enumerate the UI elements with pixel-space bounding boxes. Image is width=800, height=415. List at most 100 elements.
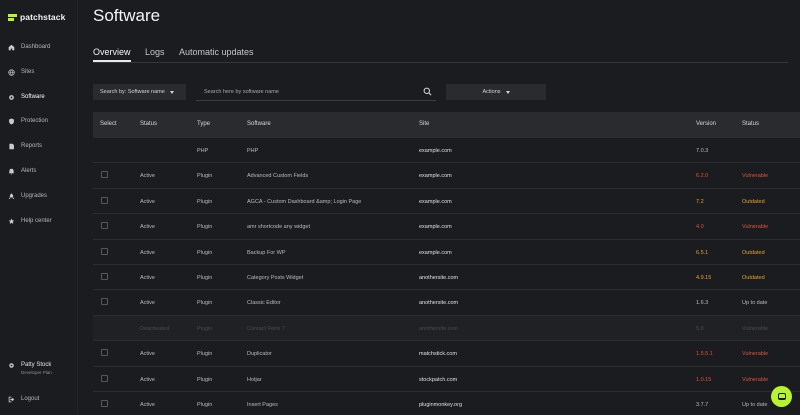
sidebar-item-dashboard[interactable]: Dashboard xyxy=(0,38,78,56)
table-row[interactable]: Active Plugin amr shortcode any widget exam… xyxy=(93,214,800,240)
row-version: 4.9.15 xyxy=(696,274,712,281)
user-plan: Developer Plan xyxy=(21,370,52,375)
column-header-type[interactable]: Type xyxy=(197,121,210,127)
row-site[interactable]: anothersite.com xyxy=(419,300,458,306)
row-version: 7.2 xyxy=(696,198,704,205)
row-type: Plugin xyxy=(197,401,213,408)
row-software[interactable]: amr shortcode any widget xyxy=(247,224,310,230)
row-software[interactable]: Category Posts Widget xyxy=(247,275,303,281)
user-name: Patty Stock xyxy=(21,362,52,368)
row-software[interactable]: Backup For WP xyxy=(247,250,286,256)
sidebar-item-reports[interactable]: Reports xyxy=(0,137,78,155)
row-version: 6.2.0 xyxy=(696,173,709,180)
sidebar-item-alerts[interactable]: Alerts xyxy=(0,162,78,180)
column-header-version[interactable]: Version xyxy=(696,121,716,127)
column-header-vuln-status[interactable]: Status xyxy=(742,121,759,127)
sidebar-item-upgrades[interactable]: Upgrades xyxy=(0,187,78,205)
sidebar-item-protection[interactable]: Protection xyxy=(0,112,78,130)
row-vuln-status: Vulnerable xyxy=(742,376,769,383)
row-software[interactable]: Insert Pages xyxy=(247,402,278,408)
row-site[interactable]: example.com xyxy=(419,224,452,230)
row-software[interactable]: AGCA - Custom Dashboard &amp; Login Page xyxy=(247,199,361,205)
tab-automatic-updates[interactable]: Automatic updates xyxy=(179,47,254,57)
table-row[interactable]: Active Plugin Insert Pages pluginmonkey.org… xyxy=(93,392,800,415)
row-type: PHP xyxy=(197,148,209,154)
sidebar-item-sites[interactable]: Sites xyxy=(0,63,78,81)
user-profile[interactable]: Patty Stock Developer Plan xyxy=(8,362,52,375)
logo-text: patchstack xyxy=(20,12,66,22)
row-status: Active xyxy=(140,351,155,358)
row-version: 1.6.3 xyxy=(696,300,709,307)
sidebar-item-label: Help center xyxy=(21,218,52,224)
column-header-software[interactable]: Software xyxy=(247,121,271,127)
row-status: Active xyxy=(140,224,155,231)
tab-bar: Overview Logs Automatic updates xyxy=(93,45,788,63)
tab-overview[interactable]: Overview xyxy=(93,47,131,57)
row-site[interactable]: stockpatch.com xyxy=(419,377,457,383)
row-site[interactable]: matchstick.com xyxy=(419,351,457,357)
row-checkbox[interactable] xyxy=(101,247,108,255)
table-row[interactable]: Active Plugin Backup For WP example.com 6.5.… xyxy=(93,240,800,265)
patchstack-logo[interactable]: patchstack xyxy=(8,11,65,23)
main-content: Software Overview Logs Automatic updates… xyxy=(78,0,800,415)
table-row[interactable]: Active Plugin Hotjar stockpatch.com 1.0.15 Vu… xyxy=(93,367,800,392)
row-site[interactable]: anothersite.com xyxy=(419,275,458,281)
chat-support-button[interactable] xyxy=(771,386,792,407)
column-header-site[interactable]: Site xyxy=(419,121,429,127)
sidebar-item-help-center[interactable]: Help center xyxy=(0,212,78,230)
row-site[interactable]: example.com xyxy=(419,250,452,256)
row-checkbox[interactable] xyxy=(101,298,108,306)
row-software[interactable]: Classic Editor xyxy=(247,300,281,306)
row-checkbox[interactable] xyxy=(101,171,108,179)
row-site[interactable]: pluginmonkey.org xyxy=(419,402,462,408)
table-row[interactable]: Active Plugin Duplicator matchstick.com 1.5.… xyxy=(93,341,800,367)
table-row[interactable]: Deactivated Plugin Contact Form 7 anothersi… xyxy=(93,315,800,342)
row-software[interactable]: Advanced Custom Fields xyxy=(247,173,308,179)
table-row[interactable]: Active Plugin Advanced Custom Fields exampl… xyxy=(93,163,800,189)
gear-icon xyxy=(8,94,15,101)
logout-icon xyxy=(8,396,15,403)
sidebar-item-label: Dashboard xyxy=(21,44,51,50)
row-checkbox[interactable] xyxy=(101,399,108,407)
sidebar-item-software[interactable]: Software xyxy=(0,88,78,106)
table-row[interactable]: Active Plugin Classic Editor anothersite.co… xyxy=(93,290,800,316)
column-header-status[interactable]: Status xyxy=(140,121,157,127)
actions-label: Actions xyxy=(482,89,501,95)
row-version: 1.5.5.1 xyxy=(696,351,713,358)
globe-icon xyxy=(8,68,15,76)
row-site[interactable]: example.com xyxy=(419,199,452,205)
row-site[interactable]: example.com xyxy=(419,148,452,154)
row-version: 5.8 xyxy=(696,325,704,332)
row-type: Plugin xyxy=(197,325,213,332)
actions-dropdown[interactable]: Actions xyxy=(446,84,546,100)
row-site[interactable]: example.com xyxy=(419,173,452,179)
table-row[interactable]: Active Plugin AGCA - Custom Dashboard &amp… xyxy=(93,189,800,215)
row-version: 6.5.1 xyxy=(696,249,709,256)
row-checkbox[interactable] xyxy=(101,196,108,204)
row-vuln-status: Vulnerable xyxy=(742,325,769,332)
row-type: Plugin xyxy=(197,249,213,256)
row-vuln-status: Up to date xyxy=(742,300,768,307)
table-row[interactable]: Active Plugin Category Posts Widget another… xyxy=(93,265,800,291)
logo-mark-icon xyxy=(8,13,17,21)
row-checkbox[interactable] xyxy=(101,349,108,357)
row-checkbox[interactable] xyxy=(101,272,108,280)
shield-icon xyxy=(8,118,15,125)
row-checkbox[interactable] xyxy=(101,374,108,382)
row-software[interactable]: PHP xyxy=(247,148,258,154)
logout-button[interactable]: Logout xyxy=(0,390,78,408)
row-vuln-status: Vulnerable xyxy=(742,351,769,358)
search-by-select[interactable]: Search by: Software name xyxy=(93,84,186,100)
row-software[interactable]: Hotjar xyxy=(247,377,262,383)
row-vuln-status: Vulnerable xyxy=(742,173,769,180)
tab-logs[interactable]: Logs xyxy=(145,47,165,57)
row-status: Active xyxy=(140,300,155,307)
row-software[interactable]: Duplicator xyxy=(247,351,272,357)
row-checkbox[interactable] xyxy=(101,222,108,230)
search-input[interactable] xyxy=(196,89,416,95)
row-site[interactable]: anothersite.com xyxy=(419,326,458,332)
search-box xyxy=(196,84,436,101)
table-row[interactable]: PHP PHP example.com 7.0.3 xyxy=(93,138,800,164)
search-icon[interactable] xyxy=(423,87,432,96)
row-software[interactable]: Contact Form 7 xyxy=(247,326,285,332)
